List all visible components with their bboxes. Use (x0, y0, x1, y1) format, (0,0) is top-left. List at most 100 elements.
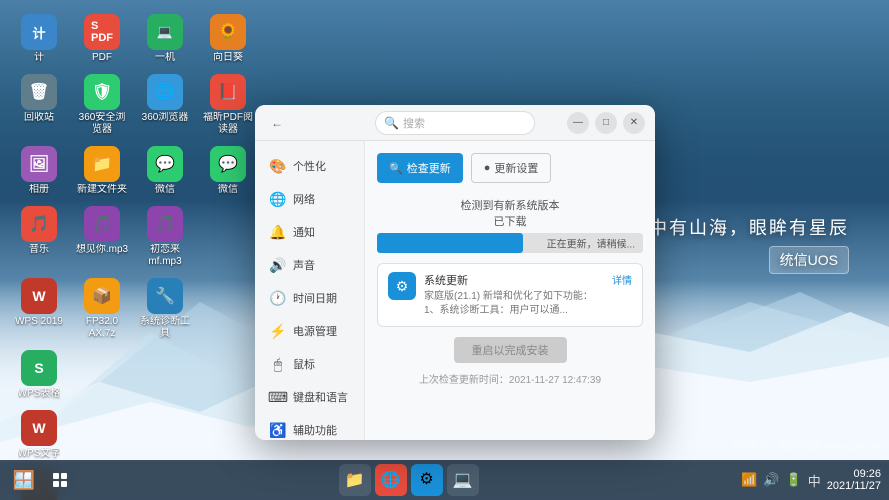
taskbar-app-manager[interactable] (44, 464, 76, 496)
update-info-text: 系统更新 家庭版(21.1) 新增和优化了如下功能：1、系统诊断工具：用户可以通… (424, 272, 604, 318)
mouse-icon: 🖱 (269, 355, 287, 373)
desktop-icon-calculator[interactable]: 计 计 (10, 10, 68, 68)
sound-icon: 🔊 (269, 256, 287, 274)
personalization-icon: 🎨 (269, 157, 287, 175)
sidebar-item-personalization[interactable]: 🎨 个性化 (259, 150, 360, 182)
window-title-area: 🔍 搜索 (375, 111, 535, 135)
desktop-icon-wps-sheet[interactable]: S WPS表格 (10, 346, 68, 404)
desktop-slogan: 心中有山海，眼眸有星辰 统信UOS (629, 214, 849, 274)
progress-label: 正在更新，请稍候... (547, 236, 635, 251)
window-body: 🎨 个性化 🌐 网络 🔔 通知 🔊 声音 🕐 时间日期 (255, 141, 655, 440)
window-controls: — □ ✕ (567, 112, 645, 134)
desktop-icon-360sec[interactable]: 🛡 360安全浏览器 (73, 70, 131, 140)
desktop-icon-music[interactable]: 🎵 音乐 (10, 202, 68, 272)
update-action-buttons: 🔍 检查更新 ● 更新设置 (377, 153, 643, 183)
sidebar-item-sound[interactable]: 🔊 声音 (259, 249, 360, 281)
update-info-desc: 家庭版(21.1) 新增和优化了如下功能：1、系统诊断工具：用户可以通... (424, 290, 604, 318)
power-icon: ⚡ (269, 322, 287, 340)
sidebar-item-mouse[interactable]: 🖱 鼠标 (259, 348, 360, 380)
taskbar-battery-icon[interactable]: 🔋 (786, 472, 802, 488)
sidebar-label-personalization: 个性化 (293, 158, 326, 174)
update-detail-link[interactable]: 详情 (612, 272, 632, 287)
last-check-time: 上次检查更新时间：2021-11-27 12:47:39 (377, 371, 643, 386)
sidebar-item-datetime[interactable]: 🕐 时间日期 (259, 282, 360, 314)
taskbar-network-icon[interactable]: 📶 (741, 472, 757, 488)
search-icon: 🔍 (384, 116, 399, 130)
taskbar-volume-icon[interactable]: 🔊 (763, 472, 779, 488)
taskbar-right: 📶 🔊 🔋 中 09:26 2021/11/27 (741, 468, 881, 492)
sidebar-label-sound: 声音 (293, 257, 315, 273)
desktop-icon-pdf[interactable]: SPDF PDF (73, 10, 131, 68)
close-button[interactable]: ✕ (623, 112, 645, 134)
sidebar-label-notification: 通知 (293, 224, 315, 240)
desktop-icon-song2[interactable]: 🎵 初恋来mf.mp3 (136, 202, 194, 272)
watermark: 图片来源：国庄游戏网 www.gzzyx.cn (732, 439, 881, 452)
start-button[interactable]: 🪟 (8, 464, 40, 496)
sidebar-item-keyboard[interactable]: ⌨ 键盘和语言 (259, 381, 360, 413)
taskbar-terminal[interactable]: 💻 (447, 464, 479, 496)
taskbar-time[interactable]: 09:26 2021/11/27 (827, 468, 881, 492)
sidebar-item-power[interactable]: ⚡ 电源管理 (259, 315, 360, 347)
keyboard-icon: ⌨ (269, 388, 287, 406)
settings-main-content: 🔍 检查更新 ● 更新设置 检测到有新系统版本 已下载 正在更新， (365, 141, 655, 440)
update-settings-button[interactable]: ● 更新设置 (471, 153, 552, 183)
notification-icon: 🔔 (269, 223, 287, 241)
taskbar-center: 📁 🌐 ⚙ 💻 (339, 464, 479, 496)
window-back-button[interactable]: ← (265, 111, 289, 135)
desktop-icon-fp32[interactable]: 📦 FP32.0 AX.7z (73, 274, 131, 344)
datetime-icon: 🕐 (269, 289, 287, 307)
update-settings-icon: ● (484, 162, 491, 174)
desktop: 计 计 SPDF PDF 💻 一机 🌻 向日葵 🗑 回收站 🛡 (0, 0, 889, 500)
desktop-icon-recycle[interactable]: 🗑 回收站 (10, 70, 68, 140)
sidebar-label-keyboard: 键盘和语言 (293, 389, 348, 405)
network-icon: 🌐 (269, 190, 287, 208)
taskbar: 🪟 📁 🌐 ⚙ 💻 📶 🔊 🔋 中 09:26 20 (0, 460, 889, 500)
sidebar-label-mouse: 鼠标 (293, 356, 315, 372)
settings-window: ← 🔍 搜索 — □ ✕ 🎨 个性化 🌐 (255, 105, 655, 440)
sidebar-label-accessibility: 辅助功能 (293, 422, 337, 438)
desktop-icon-photos[interactable]: 🖼 相册 (10, 142, 68, 200)
restart-button[interactable]: 重启以完成安装 (454, 337, 567, 363)
sidebar-label-power: 电源管理 (293, 323, 337, 339)
desktop-icon-yiji[interactable]: 💻 一机 (136, 10, 194, 68)
sidebar-item-accessibility[interactable]: ♿ 辅助功能 (259, 414, 360, 440)
taskbar-left: 🪟 (8, 464, 76, 496)
update-progress-bar: 正在更新，请稍候... (377, 233, 643, 253)
taskbar-browser[interactable]: 🌐 (375, 464, 407, 496)
settings-sidebar: 🎨 个性化 🌐 网络 🔔 通知 🔊 声音 🕐 时间日期 (255, 141, 365, 440)
grid-icon (52, 472, 68, 488)
desktop-icon-wps2019[interactable]: W WPS 2019 (10, 274, 68, 344)
desktop-icon-wechat2[interactable]: 💬 微信 (199, 142, 257, 200)
desktop-icon-360browser[interactable]: 🌐 360浏览器 (136, 70, 194, 140)
update-info-box: ⚙ 系统更新 家庭版(21.1) 新增和优化了如下功能：1、系统诊断工具：用户可… (377, 263, 643, 327)
sidebar-label-datetime: 时间日期 (293, 290, 337, 306)
desktop-icon-folder[interactable]: 📁 新建文件夹 (73, 142, 131, 200)
update-info-icon: ⚙ (388, 272, 416, 300)
accessibility-icon: ♿ (269, 421, 287, 439)
sidebar-item-notification[interactable]: 🔔 通知 (259, 216, 360, 248)
window-search-box[interactable]: 🔍 搜索 (375, 111, 535, 135)
progress-bar-fill (377, 233, 523, 253)
sidebar-label-network: 网络 (293, 191, 315, 207)
desktop-icon-grid: 计 计 SPDF PDF 💻 一机 🌻 向日葵 🗑 回收站 🛡 (10, 10, 257, 500)
slogan-main-text: 心中有山海，眼眸有星辰 (629, 214, 849, 240)
taskbar-filemgr[interactable]: 📁 (339, 464, 371, 496)
desktop-icon-foxpdf[interactable]: 📕 福昕PDF阅读器 (199, 70, 257, 140)
taskbar-settings[interactable]: ⚙ (411, 464, 443, 496)
desktop-icon-wechat1[interactable]: 💬 微信 (136, 142, 194, 200)
window-titlebar: ← 🔍 搜索 — □ ✕ (255, 105, 655, 141)
desktop-icon-sysdiag[interactable]: 🔧 系统诊断工具 (136, 274, 194, 344)
update-info-title: 系统更新 (424, 272, 604, 288)
search-placeholder: 搜索 (403, 115, 425, 131)
taskbar-keyboard-layout[interactable]: 中 (808, 471, 821, 490)
slogan-sub-text: 统信UOS (769, 246, 849, 274)
check-update-icon: 🔍 (389, 162, 403, 175)
minimize-button[interactable]: — (567, 112, 589, 134)
update-status-line1: 检测到有新系统版本 已下载 (377, 197, 643, 229)
desktop-icon-song1[interactable]: 🎵 想见你.mp3 (73, 202, 131, 272)
maximize-button[interactable]: □ (595, 112, 617, 134)
desktop-icon-sunflower[interactable]: 🌻 向日葵 (199, 10, 257, 68)
desktop-icon-wps-word[interactable]: W WPS文字 (10, 406, 68, 464)
check-update-button[interactable]: 🔍 检查更新 (377, 153, 463, 183)
sidebar-item-network[interactable]: 🌐 网络 (259, 183, 360, 215)
